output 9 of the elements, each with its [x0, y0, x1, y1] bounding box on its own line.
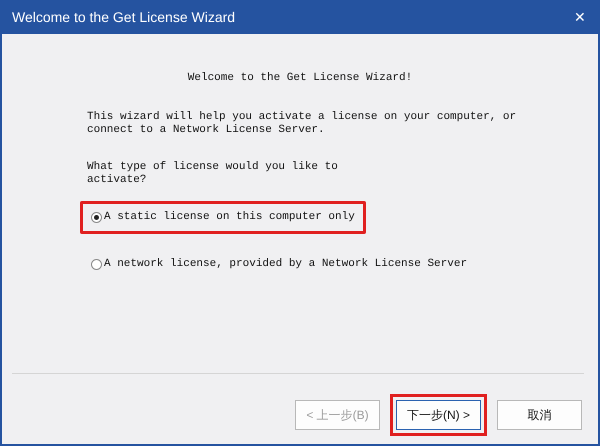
close-button[interactable]: ✕: [570, 6, 590, 28]
wizard-button[interactable]: 下一步(N) >: [396, 400, 481, 430]
wizard-heading: Welcome to the Get License Wizard!: [188, 71, 412, 86]
question-text: What type of license would you like to activate?: [87, 160, 339, 186]
radio-button[interactable]: [91, 212, 102, 222]
wizard-button[interactable]: 取消: [497, 400, 582, 430]
intro-text: This wizard will help you activate a license on your computer, or connect to a Network License Server.: [87, 110, 518, 136]
radio-button[interactable]: [91, 258, 102, 270]
window-title: Welcome to the Get License Wizard: [12, 8, 236, 26]
